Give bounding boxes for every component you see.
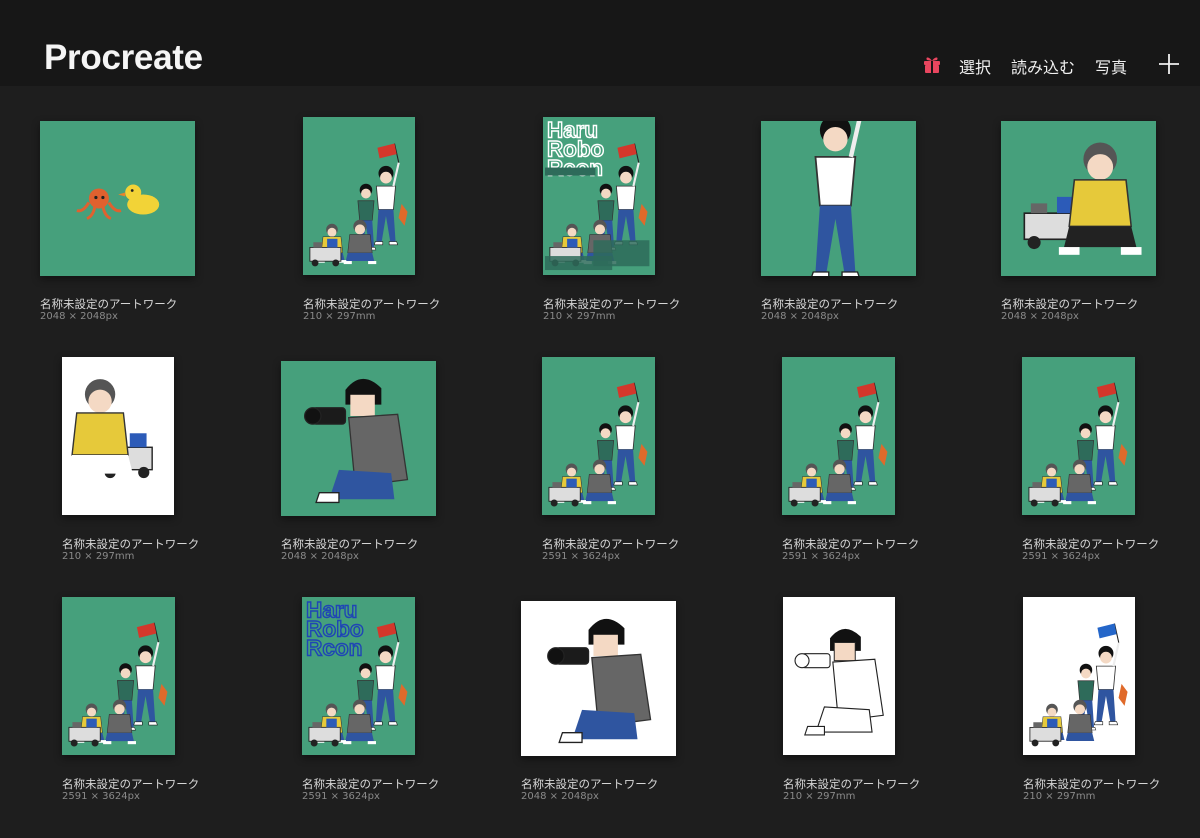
gift-icon[interactable] — [922, 54, 942, 74]
artwork-title[interactable]: 名称未設定のアートワーク — [1001, 296, 1138, 312]
header-bar: Procreate 選択 読み込む 写真 — [0, 0, 1200, 86]
plus-icon[interactable] — [1158, 53, 1180, 75]
artwork-dimensions: 2591 × 3624px — [782, 551, 860, 562]
artwork-thumbnail[interactable] — [521, 601, 676, 756]
artwork-title[interactable]: 名称未設定のアートワーク — [782, 536, 919, 552]
artwork-dimensions: 2591 × 3624px — [1022, 551, 1100, 562]
artwork-title[interactable]: 名称未設定のアートワーク — [521, 776, 658, 792]
artwork-dimensions: 2048 × 2048px — [40, 311, 118, 322]
artwork-thumbnail[interactable] — [783, 597, 895, 755]
artwork-dimensions: 2048 × 2048px — [281, 551, 359, 562]
artwork-title[interactable]: 名称未設定のアートワーク — [40, 296, 177, 312]
photo-button[interactable]: 写真 — [1095, 54, 1127, 78]
artwork-title[interactable]: 名称未設定のアートワーク — [303, 296, 440, 312]
artwork-dimensions: 210 × 297mm — [783, 791, 856, 802]
artwork-dimensions: 210 × 297mm — [303, 311, 376, 322]
artwork-thumbnail[interactable]: Haru Robo Rcon — [543, 117, 655, 275]
artwork-title[interactable]: 名称未設定のアートワーク — [62, 776, 199, 792]
artwork-title[interactable]: 名称未設定のアートワーク — [543, 296, 680, 312]
artwork-title[interactable]: 名称未設定のアートワーク — [62, 536, 199, 552]
artwork-gallery: 名称未設定のアートワーク 2048 × 2048px 名称未設定のアートワーク 21… — [0, 86, 1200, 838]
artwork-dimensions: 210 × 297mm — [543, 311, 616, 322]
artwork-thumbnail[interactable] — [62, 597, 175, 755]
artwork-thumbnail[interactable] — [303, 117, 415, 275]
import-button[interactable]: 読み込む — [1011, 54, 1075, 78]
artwork-title[interactable]: 名称未設定のアートワーク — [783, 776, 920, 792]
artwork-thumbnail[interactable] — [782, 357, 895, 515]
artwork-title[interactable]: 名称未設定のアートワーク — [542, 536, 679, 552]
artwork-thumbnail[interactable] — [761, 121, 916, 276]
artwork-title[interactable]: 名称未設定のアートワーク — [1022, 536, 1159, 552]
artwork-thumbnail[interactable] — [1001, 121, 1156, 276]
artwork-dimensions: 2048 × 2048px — [1001, 311, 1079, 322]
select-button[interactable]: 選択 — [959, 54, 991, 78]
artwork-title[interactable]: 名称未設定のアートワーク — [761, 296, 898, 312]
svg-text:Rcon: Rcon — [306, 635, 362, 660]
artwork-thumbnail[interactable] — [542, 357, 655, 515]
artwork-dimensions: 2591 × 3624px — [62, 791, 140, 802]
artwork-title[interactable]: 名称未設定のアートワーク — [281, 536, 418, 552]
artwork-dimensions: 210 × 297mm — [1023, 791, 1096, 802]
artwork-dimensions: 2048 × 2048px — [521, 791, 599, 802]
artwork-dimensions: 210 × 297mm — [62, 551, 135, 562]
artwork-thumbnail[interactable] — [1023, 597, 1135, 755]
artwork-thumbnail[interactable] — [1022, 357, 1135, 515]
app-title: Procreate — [44, 38, 203, 77]
artwork-thumbnail[interactable] — [281, 361, 436, 516]
artwork-thumbnail[interactable] — [62, 357, 174, 515]
artwork-dimensions: 2591 × 3624px — [542, 551, 620, 562]
artwork-dimensions: 2591 × 3624px — [302, 791, 380, 802]
artwork-title[interactable]: 名称未設定のアートワーク — [1023, 776, 1160, 792]
artwork-thumbnail[interactable]: Haru Robo Rcon — [302, 597, 415, 755]
artwork-thumbnail[interactable] — [40, 121, 195, 276]
artwork-dimensions: 2048 × 2048px — [761, 311, 839, 322]
artwork-title[interactable]: 名称未設定のアートワーク — [302, 776, 439, 792]
